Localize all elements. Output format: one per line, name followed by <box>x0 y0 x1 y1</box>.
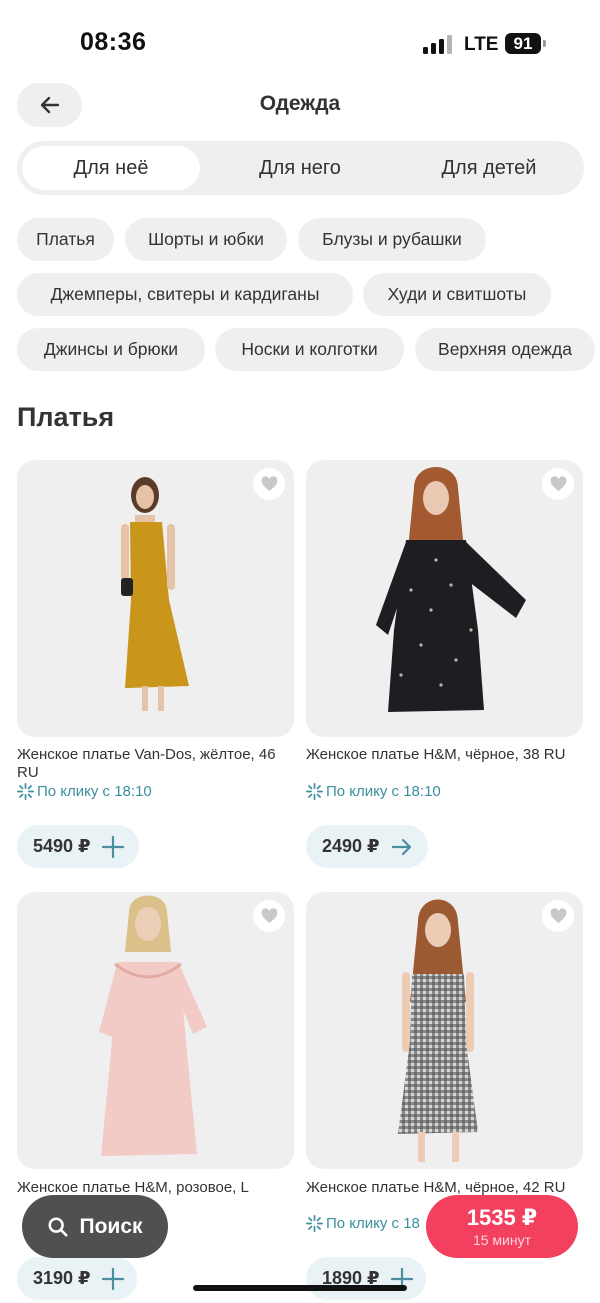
status-bar: 08:36 LTE 91 <box>0 0 600 80</box>
product-image[interactable] <box>17 892 294 1169</box>
product-title[interactable]: Женское платье H&M, чёрное, 38 RU <box>306 746 578 764</box>
product-image[interactable] <box>306 460 583 737</box>
tab-for-him[interactable]: Для него <box>210 146 390 190</box>
product-price: 3190 ₽ <box>33 1268 91 1288</box>
heart-icon <box>550 476 566 492</box>
cart-total: 1535 ₽ <box>466 1205 538 1230</box>
promo-label: По клику с 18:10 <box>306 783 441 800</box>
sparkle-icon <box>306 783 323 800</box>
heart-icon <box>550 908 566 924</box>
promo-text: По клику с 18 <box>326 1215 420 1232</box>
dress-photo-black <box>376 467 526 712</box>
chip-outerwear[interactable]: Верхняя одежда <box>415 328 595 371</box>
chip-jeans-trousers[interactable]: Джинсы и брюки <box>17 328 205 371</box>
delivery-eta: 15 минут <box>472 1232 532 1248</box>
chip-blouses-shirts[interactable]: Блузы и рубашки <box>298 218 486 261</box>
add-to-cart-button[interactable]: 1890 ₽ <box>306 1257 426 1300</box>
add-to-cart-button[interactable]: 3190 ₽ <box>17 1257 137 1300</box>
battery-cap <box>543 40 546 47</box>
favorite-button[interactable] <box>542 900 574 932</box>
dress-photo-pink <box>99 895 207 1156</box>
favorite-button[interactable] <box>253 468 285 500</box>
promo-text: По клику с 18:10 <box>326 783 441 800</box>
tab-for-kids[interactable]: Для детей <box>399 146 579 190</box>
promo-label: По клику с 18:10 <box>17 783 152 800</box>
plus-icon <box>101 1267 124 1290</box>
arrow-right-icon <box>391 838 411 855</box>
audience-tabs: Для неё Для него Для детей <box>17 141 584 195</box>
search-button[interactable]: Поиск <box>22 1195 168 1258</box>
product-image[interactable] <box>306 892 583 1169</box>
page-title: Одежда <box>259 92 341 115</box>
battery-icon: 91 <box>505 33 541 54</box>
section-title: Платья <box>17 402 115 432</box>
network-label: LTE <box>464 34 499 55</box>
tab-for-her[interactable]: Для неё <box>22 146 200 190</box>
promo-label: По клику с 18 <box>306 1215 420 1232</box>
heart-icon <box>261 908 277 924</box>
sparkle-icon <box>306 1215 323 1232</box>
favorite-button[interactable] <box>542 468 574 500</box>
add-to-cart-button[interactable]: 5490 ₽ <box>17 825 139 868</box>
plus-icon <box>101 835 124 858</box>
chip-shorts-skirts[interactable]: Шорты и юбки <box>125 218 287 261</box>
chip-hoodies[interactable]: Худи и свитшоты <box>363 273 551 316</box>
heart-icon <box>261 476 277 492</box>
dress-photo-gingham <box>398 899 478 1162</box>
product-image[interactable] <box>17 460 294 737</box>
status-time: 08:36 <box>80 28 147 56</box>
chip-dresses[interactable]: Платья <box>17 218 114 261</box>
dress-photo-yellow <box>121 477 189 711</box>
home-indicator[interactable] <box>193 1285 407 1291</box>
promo-text: По клику с 18:10 <box>37 783 152 800</box>
product-price: 5490 ₽ <box>33 836 91 856</box>
search-label: Поиск <box>79 1214 143 1238</box>
favorite-button[interactable] <box>253 900 285 932</box>
chip-jumpers[interactable]: Джемперы, свитеры и кардиганы <box>17 273 353 316</box>
signal-icon <box>423 34 453 54</box>
chip-socks-tights[interactable]: Носки и колготки <box>215 328 404 371</box>
go-to-cart-button[interactable]: 2490 ₽ <box>306 825 428 868</box>
product-price: 2490 ₽ <box>322 836 380 856</box>
search-icon <box>48 1216 69 1237</box>
sparkle-icon <box>17 783 34 800</box>
product-title[interactable]: Женское платье Van-Dos, жёлтое, 46 RU <box>17 746 289 782</box>
cart-button[interactable]: 1535 ₽ 15 минут <box>426 1195 578 1258</box>
